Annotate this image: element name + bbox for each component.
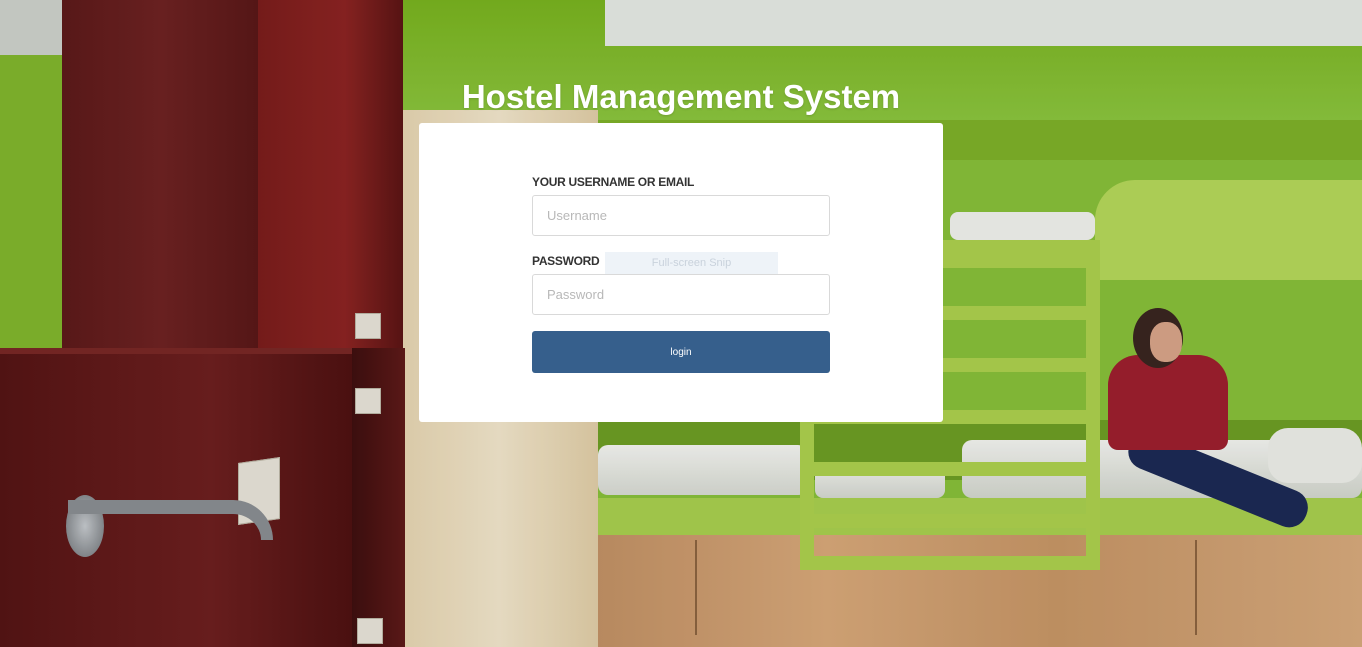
login-button[interactable]: login [532, 331, 830, 373]
username-input[interactable] [532, 195, 830, 236]
login-card: YOUR USERNAME OR EMAIL PASSWORD Full-scr… [419, 123, 943, 422]
snip-tooltip: Full-screen Snip [605, 252, 778, 274]
password-label: PASSWORD [532, 254, 600, 268]
username-label: YOUR USERNAME OR EMAIL [532, 175, 695, 189]
page-title: Hostel Management System [461, 78, 901, 115]
password-input[interactable] [532, 274, 830, 315]
